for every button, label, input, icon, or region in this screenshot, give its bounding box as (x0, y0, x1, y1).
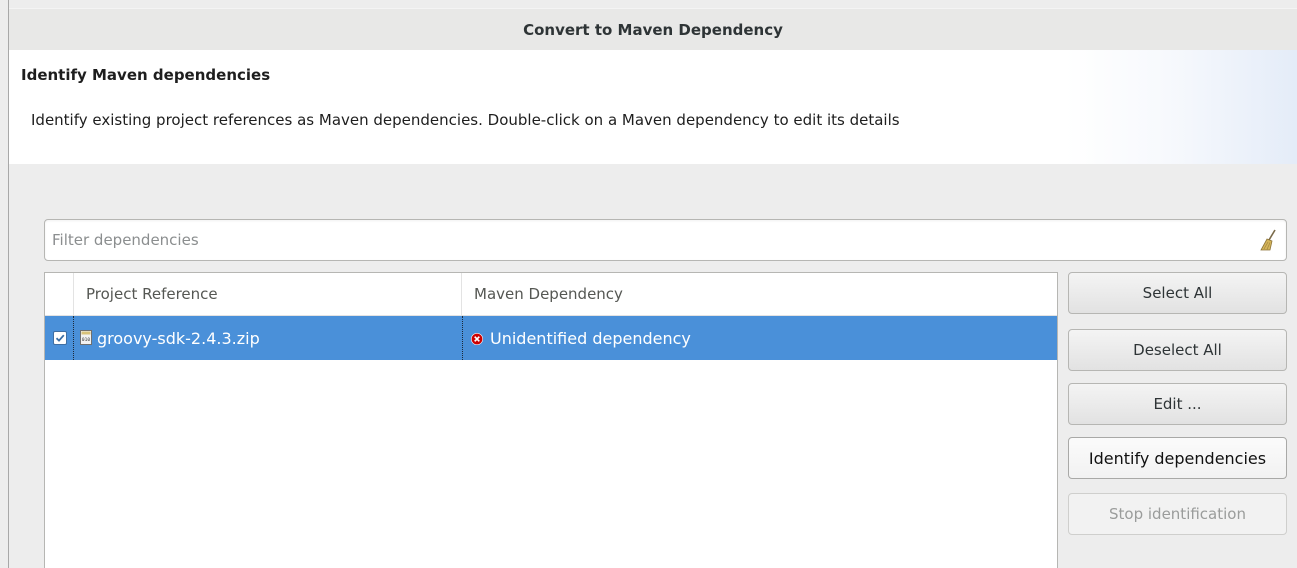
maven-dependency-cell[interactable]: Unidentified dependency (463, 316, 1057, 360)
broom-icon[interactable] (1258, 228, 1280, 252)
identify-dependencies-button[interactable]: Identify dependencies (1068, 437, 1287, 479)
binary-archive-icon: 010 (80, 329, 92, 345)
svg-text:010: 010 (82, 337, 90, 343)
column-header-maven-dependency[interactable]: Maven Dependency (463, 273, 1057, 315)
row-checkbox[interactable] (53, 331, 67, 345)
project-reference-text: groovy-sdk-2.4.3.zip (97, 328, 260, 348)
window-title[interactable]: Convert to Maven Dependency (9, 8, 1297, 51)
filter-field[interactable] (44, 219, 1287, 261)
column-header-check[interactable] (45, 273, 74, 315)
filter-input[interactable] (52, 228, 1242, 252)
table-row[interactable]: 010 groovy-sdk-2.4.3.zip Unidentified de… (45, 316, 1057, 360)
convert-to-maven-dialog: Convert to Maven Dependency Identify Mav… (0, 0, 1297, 568)
stop-identification-button[interactable]: Stop identification (1068, 493, 1287, 535)
select-all-button[interactable]: Select All (1068, 272, 1287, 314)
column-header-project-reference[interactable]: Project Reference (74, 273, 462, 315)
project-reference-cell[interactable]: 010 groovy-sdk-2.4.3.zip (74, 316, 463, 360)
maven-dependency-text: Unidentified dependency (490, 328, 691, 348)
wizard-header: Identify Maven dependencies Identify exi… (9, 50, 1297, 164)
edit-button[interactable]: Edit ... (1068, 383, 1287, 425)
dependencies-table[interactable]: Project Reference Maven Dependency 010 g… (44, 272, 1058, 568)
header-description: Identify existing project references as … (31, 111, 900, 129)
deselect-all-button[interactable]: Deselect All (1068, 329, 1287, 371)
table-header: Project Reference Maven Dependency (45, 273, 1057, 316)
error-icon (471, 330, 483, 345)
row-check-cell[interactable] (45, 316, 74, 360)
header-title: Identify Maven dependencies (21, 66, 271, 84)
